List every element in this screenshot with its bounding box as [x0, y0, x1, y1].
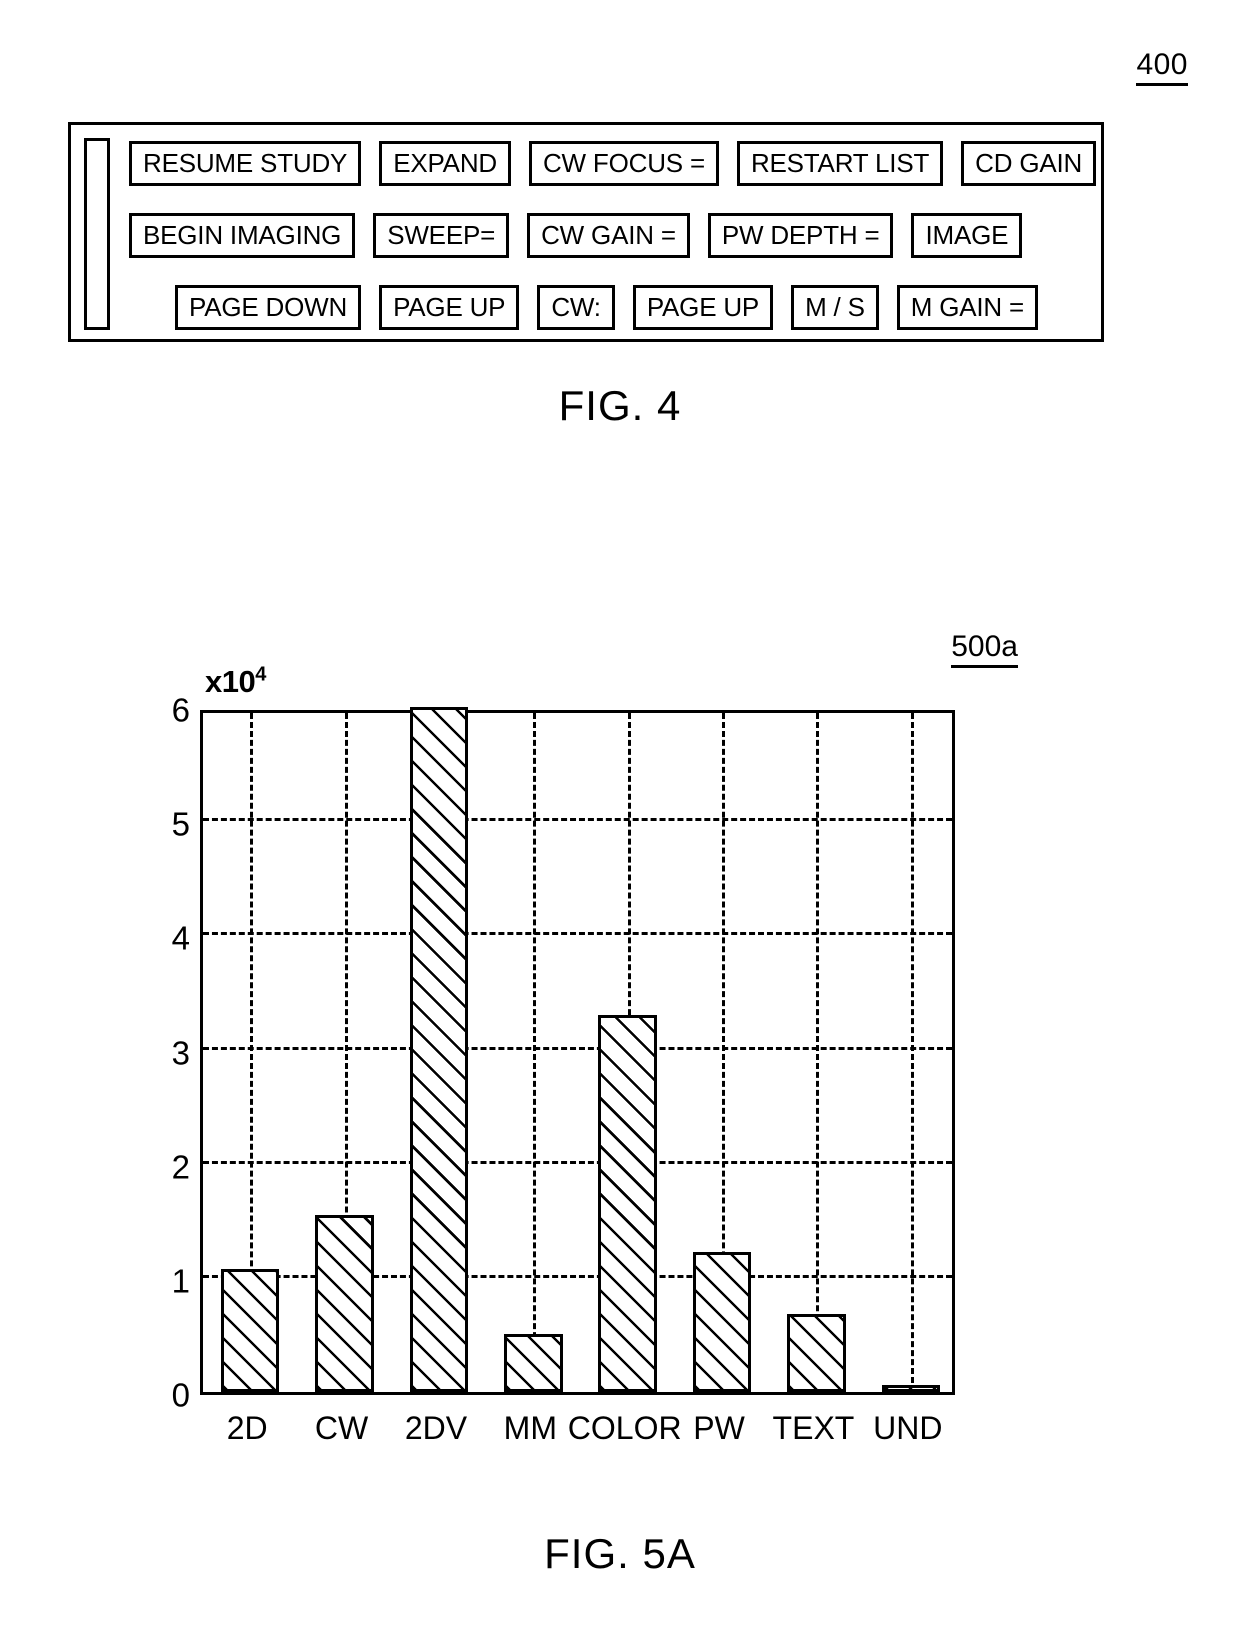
- button-begin-imaging[interactable]: BEGIN IMAGING: [129, 212, 356, 258]
- y-axis-multiplier-text: x10: [205, 664, 256, 699]
- plot-area: [200, 707, 955, 1395]
- button-pw-depth[interactable]: PW DEPTH =: [707, 212, 894, 258]
- button-page-up-2[interactable]: PAGE UP: [632, 284, 774, 330]
- x-axis-tick-label: UND: [873, 1410, 943, 1446]
- button-page-up-1[interactable]: PAGE UP: [379, 284, 520, 330]
- button-image[interactable]: IMAGE: [911, 212, 1023, 258]
- button-resume-study[interactable]: RESUME STUDY: [129, 140, 362, 186]
- button-expand[interactable]: EXPAND: [379, 140, 511, 186]
- x-axis-tick-label: TEXT: [772, 1410, 855, 1446]
- panel-button-row-3: PAGE DOWN PAGE UP CW: PAGE UP M / S M GA…: [129, 283, 1091, 331]
- x-axis-tick-label: MM: [503, 1410, 557, 1446]
- control-panel-fig4: RESUME STUDY EXPAND CW FOCUS = RESTART L…: [68, 122, 1104, 342]
- x-axis-tick-label: COLOR: [567, 1410, 682, 1446]
- bar-chart-fig5a: x104 0123456 2D CW 2DV MM COLOR PW TEXT UND: [0, 660, 1240, 1480]
- button-cd-gain[interactable]: CD GAIN: [961, 140, 1097, 186]
- button-cw[interactable]: CW:: [537, 284, 615, 330]
- figure-4-reference-numeral: 400: [1136, 48, 1188, 86]
- y-axis-tick-label: 1: [171, 1262, 190, 1300]
- button-m-s[interactable]: M / S: [791, 284, 879, 330]
- panel-button-row-1: RESUME STUDY EXPAND CW FOCUS = RESTART L…: [129, 139, 1097, 187]
- button-cw-focus[interactable]: CW FOCUS =: [528, 140, 719, 186]
- x-axis-tick-label: 2D: [226, 1410, 268, 1446]
- button-page-down[interactable]: PAGE DOWN: [175, 284, 362, 330]
- bar-color: [598, 1015, 657, 1392]
- panel-button-row-2: BEGIN IMAGING SWEEP= CW GAIN = PW DEPTH …: [129, 211, 1091, 259]
- y-axis-tick-label: 3: [171, 1034, 190, 1071]
- y-axis-tick-labels: 0 1 2 3 4 5 6: [140, 694, 190, 1412]
- button-restart-list[interactable]: RESTART LIST: [736, 140, 944, 186]
- bar-und: [881, 1385, 941, 1392]
- y-axis-tick-label: 2: [171, 1148, 190, 1186]
- x-axis-tick-label: CW: [314, 1410, 369, 1446]
- bar-2d: [220, 1268, 280, 1392]
- y-axis-exponent-text: 4: [255, 663, 266, 686]
- x-axis-tick-labels: 2D CW 2DV MM COLOR PW TEXT UND: [200, 1412, 955, 1456]
- y-axis-multiplier-label: x104: [205, 663, 266, 699]
- bar-cw: [315, 1215, 374, 1392]
- y-axis-tick-label: 6: [171, 691, 190, 729]
- y-axis-tick-label: 4: [171, 919, 190, 957]
- y-axis-tick-label: 5: [171, 805, 190, 843]
- y-axis-tick-label: 0: [171, 1376, 190, 1414]
- button-m-gain[interactable]: M GAIN =: [896, 284, 1039, 330]
- panel-side-indicator: [84, 138, 110, 330]
- bar-mm: [504, 1333, 563, 1392]
- panel-button-grid: RESUME STUDY EXPAND CW FOCUS = RESTART L…: [129, 139, 1097, 331]
- bar-pw: [692, 1251, 752, 1392]
- figure-5a-caption: FIG. 5A: [544, 1530, 696, 1577]
- bar-text: [787, 1314, 846, 1392]
- x-axis-tick-label: 2DV: [404, 1410, 468, 1446]
- figure-4-caption: FIG. 4: [558, 382, 682, 429]
- x-axis-tick-label: PW: [693, 1410, 745, 1446]
- button-sweep[interactable]: SWEEP=: [373, 212, 510, 258]
- bar-series: [203, 707, 952, 1392]
- bar-2dv: [409, 707, 469, 1392]
- button-cw-gain[interactable]: CW GAIN =: [527, 212, 690, 258]
